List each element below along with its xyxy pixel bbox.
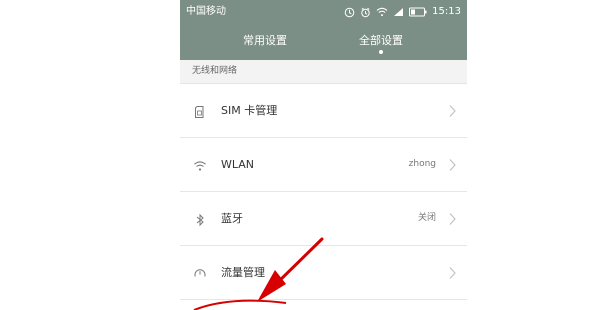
chevron-right-icon <box>448 265 457 279</box>
chevron-right-icon <box>448 157 457 171</box>
wlan-label: WLAN <box>221 158 255 171</box>
phone-screen: 中国移动 15:13 常用设置 全部设置 无线和网络 SIM 卡管理 WLAN … <box>180 0 467 310</box>
section-title: 无线和网络 <box>192 66 238 76</box>
signal-icon <box>393 7 404 17</box>
tab-common-settings[interactable]: 常用设置 <box>243 34 287 48</box>
bluetooth-label: 蓝牙 <box>221 212 243 225</box>
tab-all-settings[interactable]: 全部设置 <box>359 34 403 48</box>
wifi-icon <box>193 158 207 172</box>
bluetooth-icon <box>193 212 207 227</box>
next-setting-row[interactable] <box>180 300 467 310</box>
selected-tab-indicator <box>379 50 383 54</box>
chevron-right-icon <box>448 211 457 225</box>
bluetooth-value: 关闭 <box>417 213 436 223</box>
status-bar: 中国移动 15:13 <box>180 0 467 26</box>
status-icons: 15:13 <box>344 4 461 20</box>
sim-card-management-row[interactable]: SIM 卡管理 <box>180 84 467 138</box>
chevron-right-icon <box>448 103 457 117</box>
data-usage-management-row[interactable]: 流量管理 <box>180 246 467 300</box>
settings-list: SIM 卡管理 WLAN zhong 蓝牙 关闭 流量管理 <box>180 84 467 310</box>
section-header: 无线和网络 <box>180 60 467 84</box>
wlan-value: zhong <box>408 159 436 169</box>
wifi-icon <box>376 7 388 17</box>
carrier-name: 中国移动 <box>186 6 226 17</box>
data-usage-icon <box>193 266 207 280</box>
time: 15:13 <box>432 6 461 17</box>
sim-card-label: SIM 卡管理 <box>221 104 278 117</box>
bluetooth-row[interactable]: 蓝牙 关闭 <box>180 192 467 246</box>
clock-icon <box>344 7 355 18</box>
battery-icon <box>409 7 427 17</box>
data-usage-label: 流量管理 <box>221 266 265 279</box>
settings-tabs: 常用设置 全部设置 <box>180 26 467 60</box>
alarm-icon <box>360 7 371 18</box>
sim-card-icon <box>193 104 207 118</box>
wlan-row[interactable]: WLAN zhong <box>180 138 467 192</box>
